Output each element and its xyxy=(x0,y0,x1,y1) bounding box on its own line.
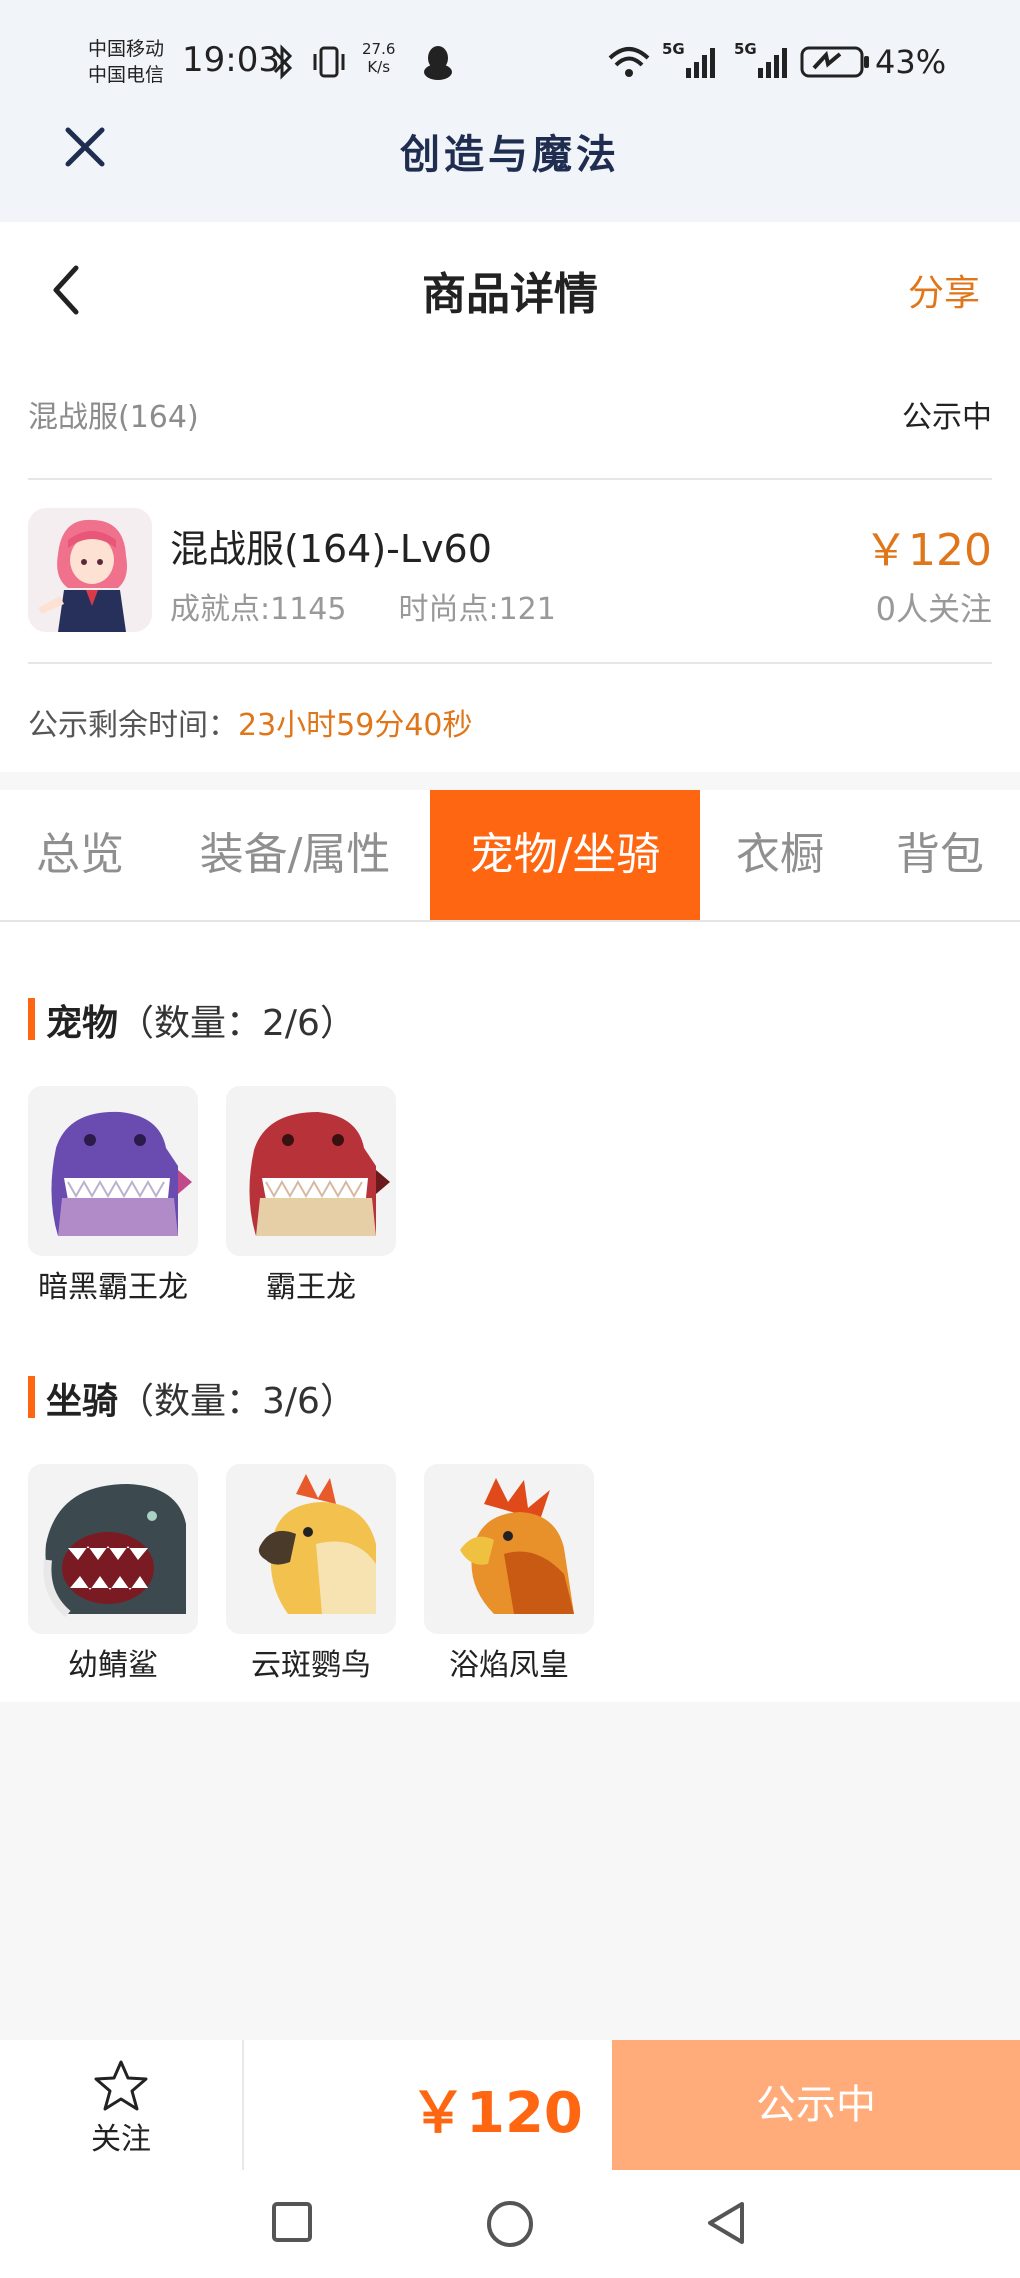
pet-image xyxy=(28,1086,198,1256)
pet-name: 暗黑霸王龙 xyxy=(38,1270,188,1305)
page-title: 商品详情 xyxy=(422,269,598,320)
follower-count: 0人关注 xyxy=(875,590,992,628)
tab-overview[interactable]: 总览 xyxy=(0,790,160,920)
server-name: 混战服(164) xyxy=(28,400,199,435)
mount-image xyxy=(424,1464,594,1634)
shark-icon xyxy=(28,1464,198,1634)
tab-equipment[interactable]: 装备/属性 xyxy=(160,790,430,920)
fashion-points: 时尚点:121 xyxy=(398,592,556,627)
net-speed-value: 27.6 xyxy=(362,40,396,58)
product-detail: 商品详情 分享 混战服(164) 公示中 混战服(164)-Lv60 成就点:1… xyxy=(0,222,1020,772)
remaining-time-value: 23小时59分40秒 xyxy=(238,708,473,743)
pets-mounts-panel: 宠物（数量：2/6） 暗黑霸王龙 霸王龙 坐骑（数量：3/6） 幼鲭鲨 云斑鹦鸟… xyxy=(0,922,1020,1702)
carrier-info: 中国移动 中国电信 xyxy=(88,36,164,88)
mounts-title: 坐骑 xyxy=(46,1381,119,1422)
character-avatar-icon xyxy=(28,508,152,632)
mount-image xyxy=(28,1464,198,1634)
network-5g-label-1: 5G xyxy=(662,40,685,58)
avatar xyxy=(28,508,152,632)
mount-card[interactable]: 云斑鹦鸟 xyxy=(226,1464,396,1684)
tab-pets-mounts[interactable]: 宠物/坐骑 xyxy=(430,790,700,920)
mount-name: 幼鲭鲨 xyxy=(68,1648,158,1683)
recent-apps-icon[interactable] xyxy=(270,2198,314,2246)
pet-card[interactable]: 霸王龙 xyxy=(226,1086,396,1306)
price: ￥120 xyxy=(864,525,992,576)
listing-status: 公示中 xyxy=(902,400,992,435)
bottom-price: ￥120 xyxy=(410,2081,583,2146)
mount-name: 云斑鹦鸟 xyxy=(251,1648,371,1683)
pets-count: （数量：2/6） xyxy=(118,1003,356,1044)
wifi-icon xyxy=(608,47,650,77)
server-row: 混战服(164) 公示中 xyxy=(28,392,992,452)
signal-icon-1 xyxy=(686,48,715,78)
nav-bar: 商品详情 分享 xyxy=(0,222,1020,352)
battery-icon xyxy=(800,46,869,78)
status-bar: 中国移动 中国电信 19:03 27.6 K/s 5G 5G 43% xyxy=(0,30,1020,100)
vibrate-icon xyxy=(313,46,345,78)
carrier-2: 中国电信 xyxy=(88,64,165,86)
pets-section-title: 宠物（数量：2/6） xyxy=(46,994,356,1046)
net-speed-unit: K/s xyxy=(367,58,391,76)
remaining-time: 公示剩余时间：23小时59分40秒 xyxy=(28,700,473,744)
dark-trex-icon xyxy=(28,1086,198,1256)
pet-card[interactable]: 暗黑霸王龙 xyxy=(28,1086,198,1306)
carrier-1: 中国移动 xyxy=(88,38,165,60)
mount-name: 浴焰凤皇 xyxy=(449,1648,569,1683)
system-nav-bar xyxy=(0,2170,1020,2278)
trex-icon xyxy=(226,1086,396,1256)
follow-button[interactable]: 关注 xyxy=(0,2040,242,2170)
mount-card[interactable]: 幼鲭鲨 xyxy=(28,1464,198,1684)
app-title: 创造与魔法 xyxy=(400,131,620,178)
remaining-time-label: 公示剩余时间： xyxy=(28,708,238,743)
tab-bag[interactable]: 背包 xyxy=(860,790,1020,920)
home-icon[interactable] xyxy=(484,2198,536,2250)
role-name: 混战服(164)-Lv60 xyxy=(170,527,492,571)
star-icon xyxy=(94,2060,148,2111)
status-button[interactable]: 公示中 xyxy=(612,2040,1020,2170)
clock: 19:03 xyxy=(182,40,280,80)
pet-name: 霸王龙 xyxy=(266,1270,356,1305)
divider xyxy=(28,662,992,664)
tab-bar: 总览 装备/属性 宠物/坐骑 衣橱 背包 xyxy=(0,790,1020,922)
bluetooth-icon xyxy=(273,44,293,80)
app-header: 中国移动 中国电信 19:03 27.6 K/s 5G 5G 43% 创造与魔法 xyxy=(0,0,1020,222)
signal-icon-2 xyxy=(758,48,787,78)
network-5g-label-2: 5G xyxy=(734,40,757,58)
parrot-icon xyxy=(226,1464,396,1634)
divider xyxy=(242,2040,244,2170)
mounts-section-title: 坐骑（数量：3/6） xyxy=(46,1372,356,1424)
achievement-points: 成就点:1145 xyxy=(170,592,347,627)
pets-title: 宠物 xyxy=(46,1003,119,1044)
phoenix-icon xyxy=(424,1464,594,1634)
tab-wardrobe[interactable]: 衣橱 xyxy=(700,790,860,920)
back-icon[interactable] xyxy=(702,2198,750,2248)
mount-image xyxy=(226,1464,396,1634)
qq-icon xyxy=(424,46,452,80)
net-speed: 27.6 K/s xyxy=(362,40,395,76)
follow-label: 关注 xyxy=(91,2122,151,2157)
divider xyxy=(28,478,992,480)
pet-image xyxy=(226,1086,396,1256)
section-marker xyxy=(28,1376,35,1418)
battery-percent: 43% xyxy=(875,43,947,81)
role-stats: 成就点:1145 时尚点:121 xyxy=(170,584,556,628)
share-button[interactable]: 分享 xyxy=(908,264,980,316)
section-marker xyxy=(28,998,35,1040)
mounts-count: （数量：3/6） xyxy=(118,1381,356,1422)
mount-card[interactable]: 浴焰凤皇 xyxy=(424,1464,594,1684)
bottom-bar: 关注 ￥120 公示中 xyxy=(0,2040,1020,2170)
